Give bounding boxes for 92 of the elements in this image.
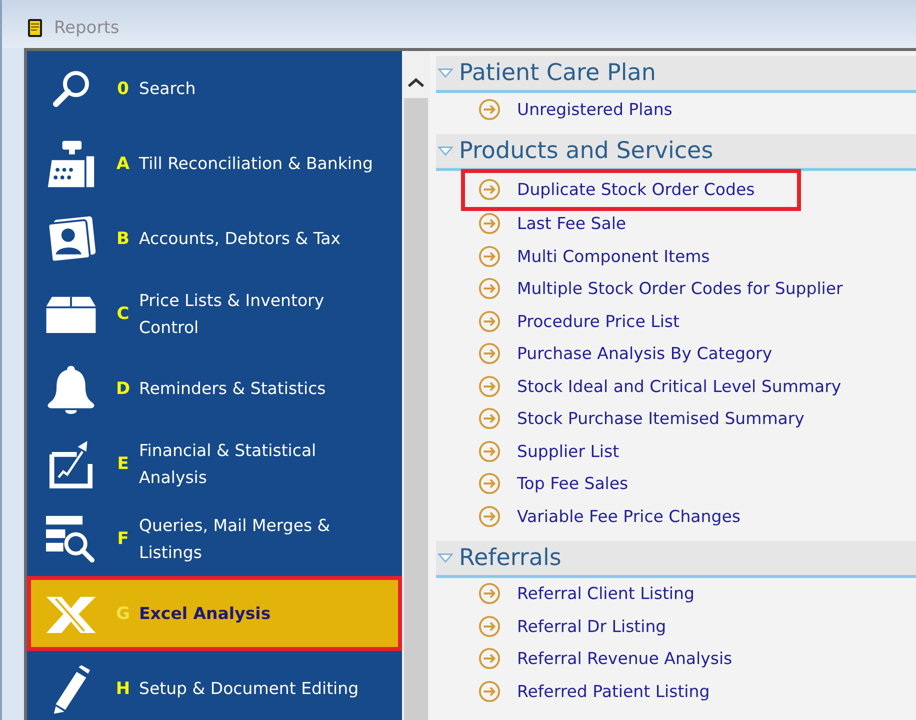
report-label: Purchase Analysis By Category (517, 344, 772, 364)
arrow-circle-icon (478, 342, 501, 366)
shortcut-key: A (109, 154, 137, 174)
sidebar-label: Till Reconciliation & Banking (138, 153, 373, 175)
sidebar-label: Reminders & Statistics (138, 378, 326, 400)
contact-card-icon (46, 216, 96, 262)
report-link[interactable]: Supplier List (436, 435, 916, 468)
pencil-icon (52, 664, 90, 714)
sidebar-label: Search (138, 78, 196, 100)
report-label: Last Fee Sale (517, 214, 626, 234)
cash-register-icon (46, 138, 96, 188)
chevron-up-icon[interactable] (407, 77, 425, 88)
report-label: Stock Purchase Itemised Summary (517, 409, 804, 428)
report-label: Multi Component Items (517, 246, 710, 266)
shortcut-key: E (109, 454, 137, 474)
sidebar-item[interactable]: 0 Search (27, 51, 402, 126)
scroll-icon (26, 18, 44, 38)
report-label: Duplicate Stock Order Codes (517, 180, 755, 199)
report-link[interactable]: Variable Fee Price Changes (436, 500, 916, 532)
report-link[interactable]: Referral Dr Listing (436, 610, 916, 642)
sidebar-item[interactable]: H Setup & Document Editing (27, 651, 402, 720)
window-title: Reports (54, 18, 120, 38)
report-link[interactable]: Purchase Analysis By Category (436, 338, 916, 370)
section-header[interactable]: Products and Services (436, 134, 916, 170)
arrow-circle-icon (478, 504, 501, 528)
arrow-circle-icon (478, 614, 501, 638)
arrow-circle-icon (478, 178, 501, 201)
report-label: Stock Ideal and Critical Level Summary (517, 376, 842, 396)
report-label: Supplier List (517, 442, 620, 461)
sidebar-label: Excel Analysis (138, 603, 271, 625)
section-header[interactable]: Patient Care Plan (436, 56, 916, 93)
section-title: Products and Services (459, 138, 714, 164)
arrow-circle-icon (478, 407, 501, 430)
report-label: Referral Revenue Analysis (517, 649, 732, 668)
shortcut-key: C (109, 304, 137, 324)
box-icon (46, 294, 96, 332)
arrow-circle-icon (478, 680, 501, 703)
bell-icon (46, 364, 96, 414)
report-link[interactable]: Referral Client Listing (436, 578, 916, 610)
report-link[interactable]: Stock Purchase Itemised Summary (436, 402, 916, 435)
table-search-icon (46, 514, 96, 564)
sidebar-label: Queries, Mail Merges & Listings (138, 514, 332, 564)
section-title: Referrals (459, 544, 562, 570)
sidebar-label: Financial & Statistical Analysis (138, 440, 318, 488)
report-label: Variable Fee Price Changes (517, 506, 740, 526)
report-label: Referral Client Listing (517, 584, 694, 604)
report-link[interactable]: Referral Revenue Analysis (436, 642, 916, 675)
report-label: Multiple Stock Order Codes for Supplier (517, 279, 843, 298)
report-link[interactable]: Top Fee Sales (436, 468, 916, 500)
shortcut-key: G (109, 604, 137, 624)
report-link[interactable]: Duplicate Stock Order Codes (464, 172, 798, 208)
report-link[interactable]: Referred Patient Listing (436, 675, 916, 708)
arrow-circle-icon (478, 277, 501, 300)
arrow-circle-icon (478, 582, 501, 606)
section-header[interactable]: Referrals (436, 540, 916, 578)
sidebar-label: Setup & Document Editing (138, 678, 359, 700)
shortcut-key: 0 (109, 78, 137, 98)
arrow-circle-icon (478, 310, 501, 333)
section-title: Patient Care Plan (459, 60, 656, 86)
sidebar-item[interactable]: D Reminders & Statistics (27, 351, 402, 426)
report-label: Procedure Price List (517, 312, 680, 331)
report-link[interactable]: Unregistered Plans (436, 93, 916, 126)
report-label: Unregistered Plans (517, 100, 672, 119)
sidebar-item[interactable]: A Till Reconciliation & Banking (27, 126, 402, 201)
sidebar-item[interactable]: B Accounts, Debtors & Tax (27, 201, 402, 276)
arrow-circle-icon (478, 374, 501, 398)
sidebar-label: Price Lists & Inventory Control (138, 290, 326, 338)
report-link[interactable]: Multiple Stock Order Codes for Supplier (436, 272, 916, 305)
report-label: Referred Patient Listing (517, 682, 710, 701)
report-label: Top Fee Sales (517, 474, 628, 494)
report-link[interactable]: Stock Ideal and Critical Level Summary (436, 370, 916, 402)
shortcut-key: B (109, 228, 137, 248)
report-label: Referral Dr Listing (517, 616, 666, 636)
chart-icon (49, 438, 93, 488)
arrow-circle-icon (478, 212, 501, 236)
arrow-circle-icon (478, 647, 501, 670)
triangle-icon (438, 146, 453, 156)
sidebar-item[interactable]: G Excel Analysis (27, 576, 402, 651)
shortcut-key: D (109, 378, 137, 398)
report-link[interactable]: Procedure Price List (436, 305, 916, 338)
report-link[interactable]: Last Fee Sale (436, 208, 916, 240)
shortcut-key: H (109, 678, 137, 698)
arrow-circle-icon (478, 244, 501, 268)
report-link[interactable]: Multi Component Items (436, 240, 916, 272)
arrow-circle-icon (478, 98, 501, 121)
shortcut-key: F (109, 528, 137, 548)
sidebar-label: Accounts, Debtors & Tax (138, 228, 341, 250)
arrow-circle-icon (478, 440, 501, 463)
arrow-circle-icon (478, 472, 501, 496)
triangle-icon (438, 552, 453, 562)
spreadsheet-x-icon (46, 594, 96, 632)
triangle-icon (438, 68, 453, 78)
